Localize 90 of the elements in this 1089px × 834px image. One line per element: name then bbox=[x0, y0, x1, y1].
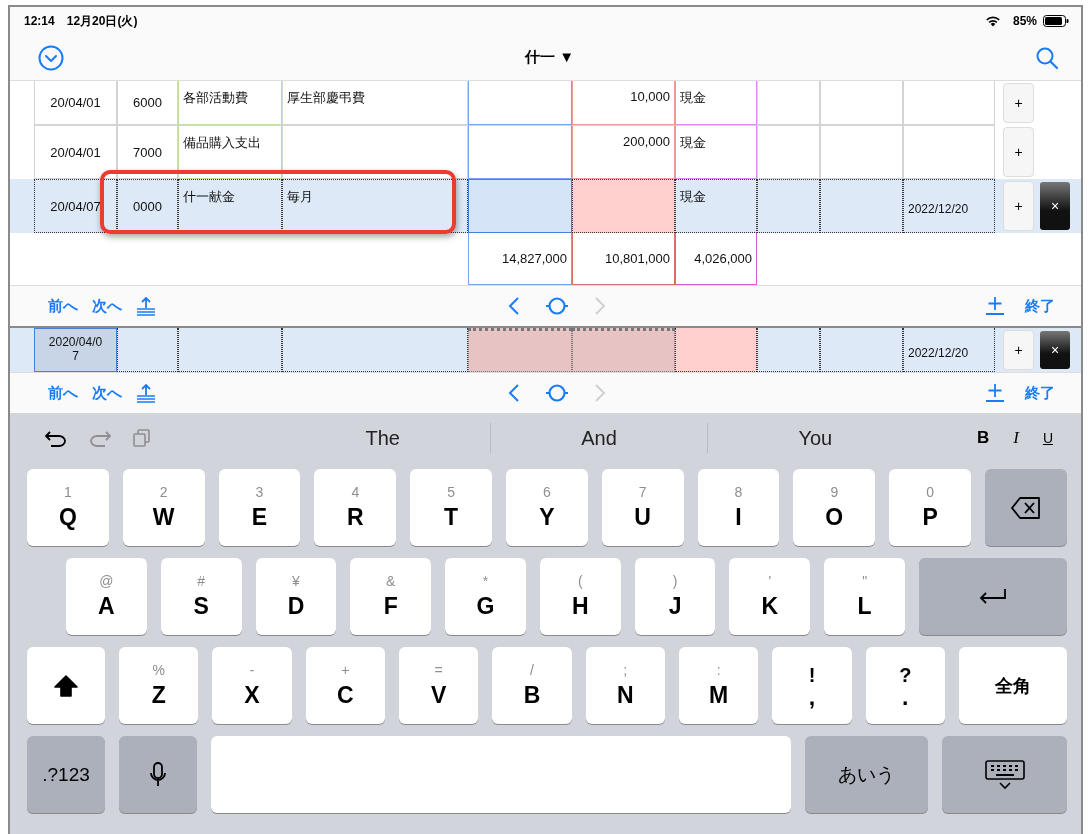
table-cell: 200,000 bbox=[572, 125, 675, 179]
suggestion[interactable]: The bbox=[275, 426, 491, 450]
done-button[interactable]: 終了 bbox=[1025, 383, 1055, 403]
hide-keyboard-key[interactable] bbox=[942, 736, 1067, 813]
plus-minus-icon[interactable] bbox=[985, 296, 1005, 316]
next-button[interactable]: 次へ bbox=[92, 383, 122, 403]
table-cell: 6000 bbox=[117, 81, 178, 125]
key[interactable]: 7 U bbox=[601, 469, 684, 546]
table-cell: 現金 bbox=[675, 125, 757, 179]
key[interactable]: / B bbox=[492, 647, 572, 724]
table-cell: 7000 bbox=[117, 125, 178, 179]
table-cell: 厚生部慶弔費 bbox=[282, 81, 468, 125]
key[interactable]: 4 R bbox=[314, 469, 397, 546]
key[interactable]: ! , bbox=[772, 647, 852, 724]
previous-button[interactable]: 前へ bbox=[48, 296, 78, 316]
upload-icon[interactable] bbox=[136, 383, 156, 403]
suggestion[interactable]: And bbox=[491, 426, 707, 450]
add-button[interactable]: + bbox=[1003, 181, 1034, 231]
italic-button[interactable]: I bbox=[1013, 428, 1019, 448]
bold-button[interactable]: B bbox=[976, 428, 990, 448]
chevron-left-icon[interactable] bbox=[508, 297, 520, 315]
keyboard-icon bbox=[984, 759, 1025, 790]
underline-button[interactable]: U bbox=[1042, 430, 1053, 446]
shift-key[interactable] bbox=[27, 647, 105, 724]
key[interactable]: - X bbox=[212, 647, 292, 724]
key[interactable]: * G bbox=[445, 558, 526, 635]
add-button[interactable]: + bbox=[1003, 330, 1034, 370]
microphone-icon bbox=[149, 761, 167, 788]
status-time: 12:14 bbox=[24, 14, 55, 28]
undo-icon[interactable] bbox=[45, 429, 67, 447]
selected-row[interactable]: 20/04/07 0000 什一献金 毎月 現金 2022/12/20 + × bbox=[10, 179, 1081, 233]
key[interactable]: 全角 bbox=[958, 647, 1067, 724]
next-button[interactable]: 次へ bbox=[92, 296, 122, 316]
table-cell: 2020/04/07 bbox=[34, 328, 117, 372]
chevron-down-icon[interactable] bbox=[38, 44, 64, 71]
table-cell: 20/04/01 bbox=[34, 81, 117, 125]
key[interactable]: .?123 bbox=[27, 736, 105, 813]
delete-button[interactable]: × bbox=[1040, 331, 1070, 369]
key[interactable]: ¥ D bbox=[255, 558, 337, 635]
key[interactable]: 5 T bbox=[410, 469, 492, 546]
key[interactable]: : M bbox=[678, 647, 759, 724]
previous-button[interactable]: 前へ bbox=[48, 383, 78, 403]
table-cell: 10,000 bbox=[572, 81, 675, 125]
key[interactable]: @ A bbox=[66, 558, 147, 635]
key[interactable]: 0 P bbox=[889, 469, 971, 546]
key[interactable]: = V bbox=[399, 647, 479, 724]
key[interactable]: 6 Y bbox=[506, 469, 588, 546]
key[interactable]: ' K bbox=[729, 558, 811, 635]
key[interactable]: 2 W bbox=[122, 469, 205, 546]
suggestion[interactable]: You bbox=[707, 426, 923, 450]
search-icon[interactable] bbox=[1035, 45, 1059, 70]
wifi-icon bbox=[984, 15, 1001, 27]
table-cell: 備品購入支出 bbox=[178, 125, 282, 179]
key[interactable]: 1 Q bbox=[27, 469, 109, 546]
upload-icon[interactable] bbox=[136, 296, 156, 316]
dictation-key[interactable] bbox=[119, 736, 197, 813]
battery-percent: 85% bbox=[1012, 14, 1037, 28]
key[interactable]: ? . bbox=[865, 647, 945, 724]
delete-key[interactable] bbox=[984, 469, 1067, 546]
key[interactable]: + C bbox=[305, 647, 385, 724]
table-cell: 現金 bbox=[675, 81, 757, 125]
key[interactable]: & F bbox=[350, 558, 432, 635]
circle-icon[interactable] bbox=[546, 296, 568, 316]
delete-button[interactable]: × bbox=[1040, 182, 1070, 230]
key[interactable]: ) J bbox=[634, 558, 716, 635]
key[interactable]: 3 E bbox=[218, 469, 301, 546]
selected-row[interactable]: 2020/04/07 2022/12/20 + × bbox=[10, 328, 1081, 372]
table-cell bbox=[757, 125, 820, 179]
key[interactable]: ( H bbox=[539, 558, 621, 635]
circle-icon[interactable] bbox=[546, 383, 568, 403]
key[interactable]: % Z bbox=[119, 647, 199, 724]
add-button[interactable]: + bbox=[1003, 127, 1034, 177]
key[interactable]: 9 O bbox=[793, 469, 876, 546]
key[interactable]: 8 I bbox=[697, 469, 780, 546]
delete-icon bbox=[1010, 496, 1041, 519]
title-menu[interactable]: 什一 ▼ bbox=[525, 48, 574, 67]
table-cell: 各部活動費 bbox=[178, 81, 282, 125]
key[interactable]: " L bbox=[824, 558, 906, 635]
table-cell: 20/04/01 bbox=[34, 125, 117, 179]
key[interactable]: ; N bbox=[585, 647, 665, 724]
chevron-left-icon[interactable] bbox=[508, 384, 520, 402]
paste-icon[interactable] bbox=[133, 429, 151, 447]
key[interactable]: あいう bbox=[805, 736, 928, 813]
battery-icon bbox=[1043, 15, 1069, 27]
redo-icon[interactable] bbox=[89, 429, 111, 447]
add-button[interactable]: + bbox=[1003, 83, 1034, 123]
status-date: 12月20日(火) bbox=[66, 12, 138, 30]
plus-minus-icon[interactable] bbox=[985, 383, 1005, 403]
done-button[interactable]: 終了 bbox=[1025, 296, 1055, 316]
key[interactable]: # S bbox=[160, 558, 242, 635]
